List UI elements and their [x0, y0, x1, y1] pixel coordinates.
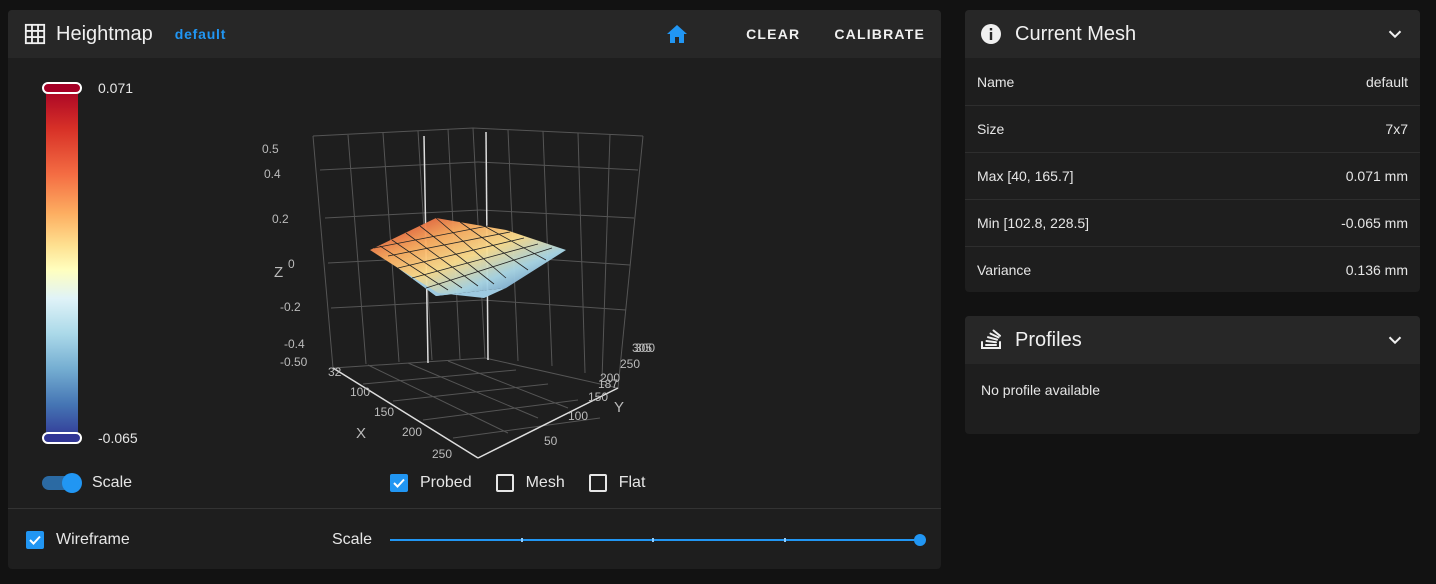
scale-switch-label: Scale: [92, 474, 133, 491]
z-tick: 0: [288, 257, 295, 271]
slider-tick: [784, 538, 786, 542]
colorbar-min-label: -0.065: [98, 430, 138, 446]
profiles-empty-text: No profile available: [981, 382, 1101, 398]
profiles-card: Profiles No profile available: [965, 316, 1420, 434]
heightmap-body: 0.071 -0.065 0.5 0.4 0.2 0 -0.2 -0.4 -0.…: [8, 58, 941, 508]
y-tick: 150: [588, 390, 608, 404]
mesh-row-label: Max [40, 165.7]: [977, 168, 1074, 184]
colorbar-min-handle[interactable]: [42, 432, 82, 444]
z-tick: 0.2: [272, 212, 289, 226]
grid-icon: [24, 23, 46, 45]
z-axis-label: Z: [274, 264, 283, 281]
heightmap-title: Heightmap: [56, 22, 153, 45]
y-tick: 50: [544, 434, 558, 448]
profiles-header: Profiles: [965, 316, 1420, 364]
heightmap-surface: [370, 217, 566, 298]
mesh-row-value: default: [1365, 73, 1408, 90]
probed-label: Probed: [420, 474, 472, 491]
current-mesh-card: Current Mesh Name default Size 7x7 Max […: [965, 10, 1420, 292]
probed-checkbox[interactable]: Probed: [390, 474, 472, 492]
mesh-row-max: Max [40, 165.7] 0.071 mm: [965, 152, 1420, 199]
check-icon: [29, 535, 41, 545]
current-mesh-title: Current Mesh: [1015, 22, 1137, 45]
scale-switch-knob[interactable]: [62, 473, 82, 493]
y-tick: 200: [600, 371, 620, 385]
heightmap-card: Heightmap default CLEAR CALIBRATE 0.071 …: [8, 10, 941, 569]
z-tick: -0.2: [280, 300, 301, 314]
z-tick: -0.50: [280, 355, 308, 369]
mesh-label: Mesh: [525, 474, 565, 491]
scale-switch-row: Scale: [42, 473, 133, 493]
x-tick: 100: [350, 385, 370, 399]
info-icon: [981, 24, 1001, 44]
flat-box[interactable]: [588, 474, 607, 492]
heightmap-footer: Wireframe Scale: [8, 508, 941, 569]
chevron-down-icon[interactable]: [1384, 329, 1406, 351]
mesh-row-label: Variance: [977, 262, 1032, 278]
z-tick: -0.4: [284, 337, 305, 351]
profile-badge: default: [174, 26, 227, 42]
mesh-row-min: Min [102.8, 228.5] -0.065 mm: [965, 199, 1420, 246]
scale-switch[interactable]: [42, 473, 82, 493]
mesh-row-size: Size 7x7: [965, 105, 1420, 152]
wireframe-box[interactable]: [26, 531, 44, 549]
mesh-row-label: Size: [977, 121, 1005, 137]
mesh-row-label: Name: [977, 73, 1015, 90]
y-tick: 100: [568, 409, 588, 423]
chevron-down-icon[interactable]: [1384, 23, 1406, 45]
mesh-row-name: Name default: [965, 58, 1420, 105]
wireframe-label: Wireframe: [56, 531, 130, 548]
scale-slider-label: Scale: [332, 531, 373, 548]
profiles-title: Profiles: [1015, 328, 1082, 351]
calibrate-button[interactable]: CALIBRATE: [834, 26, 925, 42]
home-button[interactable]: [664, 21, 690, 47]
flat-checkbox[interactable]: Flat: [588, 474, 646, 492]
mesh-row-value: 7x7: [1385, 121, 1408, 137]
x-axis-label: X: [356, 425, 366, 442]
colorbar-max-label: 0.071: [98, 80, 134, 96]
mesh-checkbox[interactable]: Mesh: [495, 474, 565, 492]
heightmap-header: Heightmap default CLEAR CALIBRATE: [8, 10, 941, 58]
scale-slider-thumb[interactable]: [914, 534, 926, 546]
mesh-row-label: Min [102.8, 228.5]: [977, 215, 1090, 231]
slider-tick: [521, 538, 523, 542]
x-tick: 200: [402, 425, 422, 439]
flat-label: Flat: [618, 474, 646, 491]
mesh-row-value: -0.065 mm: [1341, 215, 1408, 231]
mesh-box[interactable]: [495, 474, 514, 492]
mesh-row-variance: Variance 0.136 mm: [965, 246, 1420, 292]
y-tick: 250: [620, 357, 640, 371]
clear-button[interactable]: CLEAR: [746, 26, 800, 42]
slider-tick: [652, 538, 654, 542]
x-tick: 250: [432, 447, 452, 461]
mesh-info-list: Name default Size 7x7 Max [40, 165.7] 0.…: [965, 58, 1420, 292]
y-axis-label: Y: [614, 399, 624, 416]
z-tick: 0.5: [262, 142, 279, 156]
check-icon: [393, 478, 405, 488]
wireframe-checkbox[interactable]: Wireframe: [26, 531, 130, 549]
heightmap-3d-plot[interactable]: 0.5 0.4 0.2 0 -0.2 -0.4 -0.50 32 100 150…: [248, 118, 668, 463]
layers-stack-icon: [981, 329, 1001, 349]
z-tick: 0.4: [264, 167, 281, 181]
colorbar-max-handle[interactable]: [42, 82, 82, 94]
mesh-row-value: 0.071 mm: [1345, 168, 1408, 184]
y-tick: 300: [635, 341, 655, 355]
scale-slider[interactable]: [390, 534, 926, 546]
x-tick: 32: [328, 365, 342, 379]
current-mesh-header: Current Mesh: [965, 10, 1420, 58]
probed-box[interactable]: [390, 474, 408, 492]
x-tick: 150: [374, 405, 394, 419]
home-icon: [667, 25, 688, 43]
colorbar[interactable]: [42, 82, 82, 444]
surface-toggles: Probed Mesh Flat: [390, 474, 669, 492]
mesh-row-value: 0.136 mm: [1345, 262, 1408, 278]
